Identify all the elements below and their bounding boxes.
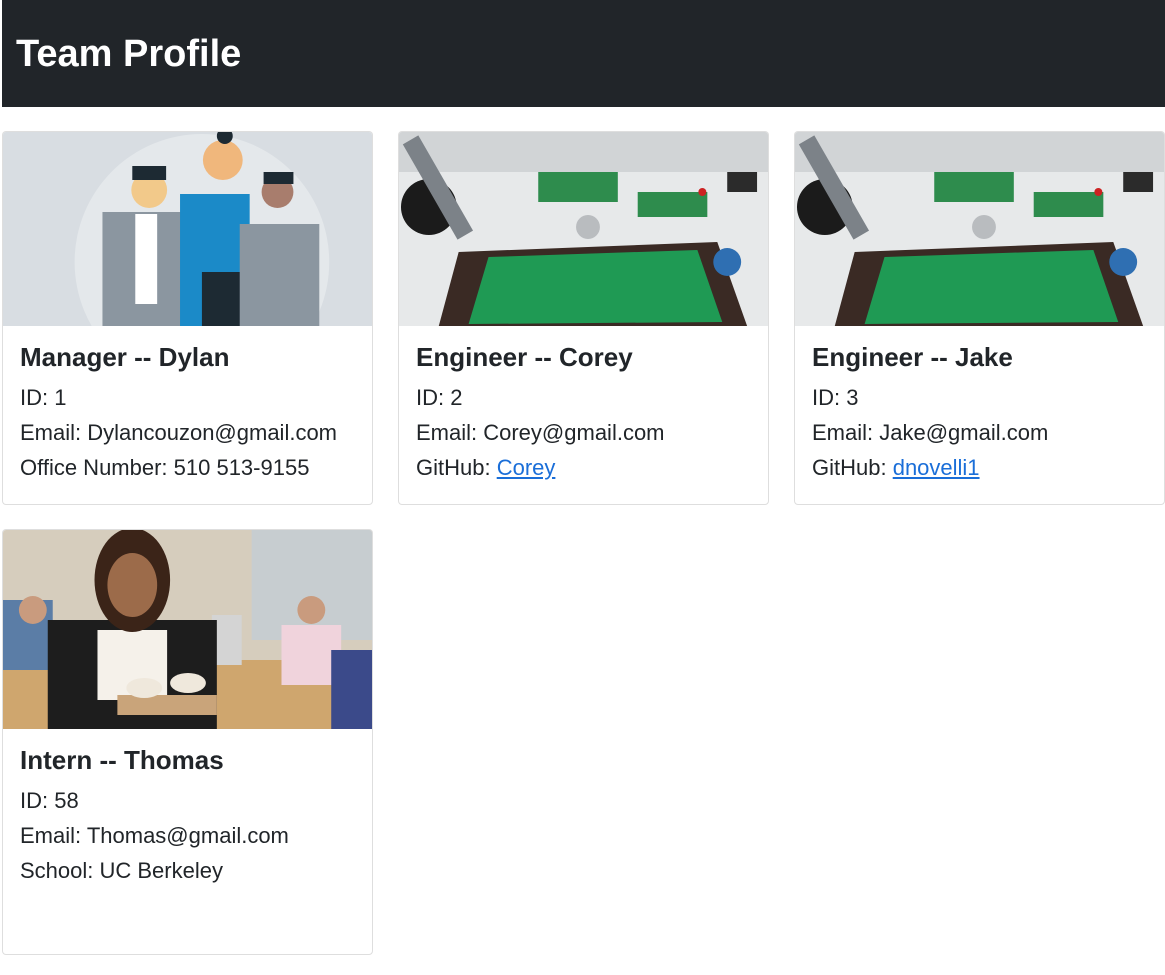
card-body: Intern -- Thomas ID: 58 Email: Thomas@gm…: [3, 729, 372, 904]
employee-id: ID: 3: [812, 385, 859, 410]
manager-card: Manager -- Dylan ID: 1 Email: Dylancouzo…: [2, 131, 373, 505]
intern-office-image: [3, 530, 372, 729]
employee-id: ID: 1: [20, 385, 67, 410]
school: School: UC Berkeley: [20, 858, 223, 883]
office-number: Office Number: 510 513-9155: [20, 455, 310, 480]
employee-email: Email: Corey@gmail.com: [416, 420, 665, 445]
employee-email: Email: Thomas@gmail.com: [20, 823, 289, 848]
card-title: Manager -- Dylan: [20, 342, 230, 372]
employee-email: Email: Dylancouzon@gmail.com: [20, 420, 338, 445]
card-title: Intern -- Thomas: [20, 745, 224, 775]
employee-email: Email: Jake@gmail.com: [812, 420, 1049, 445]
card-title: Engineer -- Jake: [812, 342, 1013, 372]
engineer-card-jake: Engineer -- Jake ID: 3 Email: Jake@gmail…: [794, 131, 1165, 505]
github-line: GitHub: Corey: [416, 450, 751, 485]
circuit-board-image: [399, 132, 768, 326]
github-link[interactable]: Corey: [497, 455, 556, 480]
team-illustration-image: [3, 132, 372, 326]
intern-card: Intern -- Thomas ID: 58 Email: Thomas@gm…: [2, 529, 373, 955]
engineer-card-corey: Engineer -- Corey ID: 2 Email: Corey@gma…: [398, 131, 769, 505]
card-body: Engineer -- Corey ID: 2 Email: Corey@gma…: [399, 326, 768, 501]
github-link[interactable]: dnovelli1: [893, 455, 980, 480]
page-title: Team Profile: [16, 33, 242, 75]
github-line: GitHub: dnovelli1: [812, 450, 1147, 485]
github-prefix: GitHub:: [812, 455, 893, 480]
card-body: Manager -- Dylan ID: 1 Email: Dylancouzo…: [3, 326, 372, 501]
employee-id: ID: 2: [416, 385, 463, 410]
card-title: Engineer -- Corey: [416, 342, 633, 372]
circuit-board-image: [795, 132, 1164, 326]
github-prefix: GitHub:: [416, 455, 497, 480]
navbar: Team Profile: [0, 0, 1165, 107]
employee-id: ID: 58: [20, 788, 79, 813]
card-body: Engineer -- Jake ID: 3 Email: Jake@gmail…: [795, 326, 1164, 501]
